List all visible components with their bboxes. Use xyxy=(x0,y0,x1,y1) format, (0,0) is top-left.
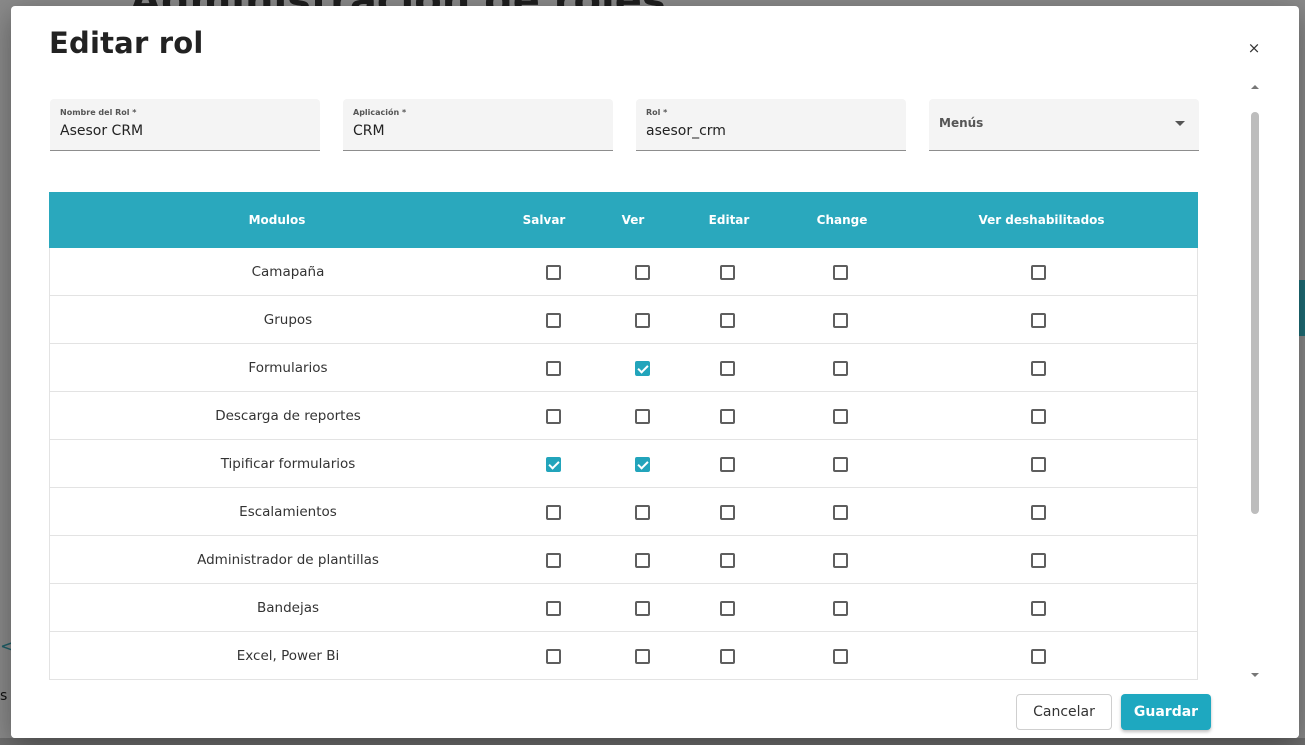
module-name: Excel, Power Bi xyxy=(236,648,340,664)
application-value[interactable]: CRM xyxy=(353,123,385,139)
checkbox-ver[interactable] xyxy=(635,313,650,328)
checkbox-ver-deshabilitados[interactable] xyxy=(1031,457,1046,472)
checkbox-editar[interactable] xyxy=(720,505,735,520)
permissions-table: Modulos Salvar Ver Editar Change Ver des… xyxy=(49,192,1198,680)
header-ver: Ver xyxy=(621,213,645,227)
table-row: Grupos xyxy=(49,296,1198,344)
header-ver-deshabilitados: Ver deshabilitados xyxy=(978,213,1105,227)
module-name: Grupos xyxy=(263,312,313,328)
table-header: Modulos Salvar Ver Editar Change Ver des… xyxy=(49,192,1198,248)
table-row: Escalamientos xyxy=(49,488,1198,536)
header-change: Change xyxy=(816,213,868,227)
menus-select[interactable]: Menús xyxy=(929,99,1199,151)
module-name: Bandejas xyxy=(256,600,320,616)
checkbox-ver-deshabilitados[interactable] xyxy=(1031,265,1046,280)
role-label: Rol * xyxy=(646,108,668,117)
checkbox-change[interactable] xyxy=(833,409,848,424)
checkbox-salvar[interactable] xyxy=(546,601,561,616)
checkbox-ver[interactable] xyxy=(635,457,650,472)
module-name: Escalamientos xyxy=(239,504,337,520)
checkbox-editar[interactable] xyxy=(720,601,735,616)
checkbox-editar[interactable] xyxy=(720,313,735,328)
checkbox-editar[interactable] xyxy=(720,409,735,424)
checkbox-salvar[interactable] xyxy=(546,505,561,520)
module-name: Camapaña xyxy=(251,264,325,280)
checkbox-salvar[interactable] xyxy=(546,313,561,328)
role-name-label: Nombre del Rol * xyxy=(60,108,137,117)
module-name: Formularios xyxy=(248,360,328,376)
checkbox-editar[interactable] xyxy=(720,649,735,664)
checkbox-change[interactable] xyxy=(833,265,848,280)
checkbox-change[interactable] xyxy=(833,553,848,568)
checkbox-salvar[interactable] xyxy=(546,265,561,280)
table-row: Administrador de plantillas xyxy=(49,536,1198,584)
checkbox-editar[interactable] xyxy=(720,553,735,568)
checkbox-ver[interactable] xyxy=(635,409,650,424)
checkbox-change[interactable] xyxy=(833,457,848,472)
table-row: Excel, Power Bi xyxy=(49,632,1198,680)
table-body: Camapaña Grupos Formularios Descarga de rep… xyxy=(49,248,1198,680)
dialog-footer: Cancelar Guardar xyxy=(11,682,1299,738)
checkbox-ver-deshabilitados[interactable] xyxy=(1031,601,1046,616)
dialog-title: Editar rol xyxy=(49,26,204,60)
role-field[interactable]: Rol * asesor_crm xyxy=(636,99,906,151)
close-icon[interactable]: × xyxy=(1245,39,1263,57)
save-button[interactable]: Guardar xyxy=(1121,694,1211,730)
checkbox-ver-deshabilitados[interactable] xyxy=(1031,409,1046,424)
role-name-field[interactable]: Nombre del Rol * Asesor CRM xyxy=(50,99,320,151)
checkbox-ver-deshabilitados[interactable] xyxy=(1031,361,1046,376)
checkbox-ver[interactable] xyxy=(635,601,650,616)
module-name: Administrador de plantillas xyxy=(197,552,379,568)
checkbox-ver-deshabilitados[interactable] xyxy=(1031,505,1046,520)
checkbox-salvar[interactable] xyxy=(546,649,561,664)
scroll-up-arrow-icon[interactable] xyxy=(1249,82,1261,92)
checkbox-salvar[interactable] xyxy=(546,409,561,424)
background-text: s xyxy=(0,688,8,704)
table-row: Tipificar formularios xyxy=(49,440,1198,488)
header-salvar: Salvar xyxy=(522,213,566,227)
menus-label: Menús xyxy=(939,116,984,130)
checkbox-salvar[interactable] xyxy=(546,553,561,568)
table-row: Descarga de reportes xyxy=(49,392,1198,440)
checkbox-ver-deshabilitados[interactable] xyxy=(1031,553,1046,568)
checkbox-ver-deshabilitados[interactable] xyxy=(1031,649,1046,664)
checkbox-change[interactable] xyxy=(833,649,848,664)
background-footer-strip xyxy=(0,738,1305,745)
table-row: Bandejas xyxy=(49,584,1198,632)
header-modulos: Modulos xyxy=(248,213,306,227)
module-name: Descarga de reportes xyxy=(215,408,361,424)
module-name: Tipificar formularios xyxy=(220,456,356,472)
checkbox-change[interactable] xyxy=(833,361,848,376)
checkbox-change[interactable] xyxy=(833,505,848,520)
scrollbar-thumb[interactable] xyxy=(1251,112,1259,514)
checkbox-ver[interactable] xyxy=(635,505,650,520)
checkbox-ver[interactable] xyxy=(635,553,650,568)
checkbox-ver[interactable] xyxy=(635,649,650,664)
checkbox-change[interactable] xyxy=(833,601,848,616)
checkbox-salvar[interactable] xyxy=(546,361,561,376)
scroll-down-arrow-icon[interactable] xyxy=(1249,670,1261,680)
checkbox-salvar[interactable] xyxy=(546,457,561,472)
role-value[interactable]: asesor_crm xyxy=(646,123,726,139)
checkbox-editar[interactable] xyxy=(720,457,735,472)
cancel-button[interactable]: Cancelar xyxy=(1016,694,1112,730)
table-row: Camapaña xyxy=(49,248,1198,296)
application-field[interactable]: Aplicación * CRM xyxy=(343,99,613,151)
checkbox-editar[interactable] xyxy=(720,361,735,376)
checkbox-ver-deshabilitados[interactable] xyxy=(1031,313,1046,328)
checkbox-ver[interactable] xyxy=(635,361,650,376)
edit-role-dialog: Editar rol × Nombre del Rol * Asesor CRM… xyxy=(11,6,1299,738)
chevron-down-icon[interactable] xyxy=(1175,121,1185,126)
checkbox-change[interactable] xyxy=(833,313,848,328)
table-row: Formularios xyxy=(49,344,1198,392)
checkbox-ver[interactable] xyxy=(635,265,650,280)
header-editar: Editar xyxy=(708,213,750,227)
checkbox-editar[interactable] xyxy=(720,265,735,280)
role-name-value[interactable]: Asesor CRM xyxy=(60,123,143,139)
application-label: Aplicación * xyxy=(353,108,407,117)
